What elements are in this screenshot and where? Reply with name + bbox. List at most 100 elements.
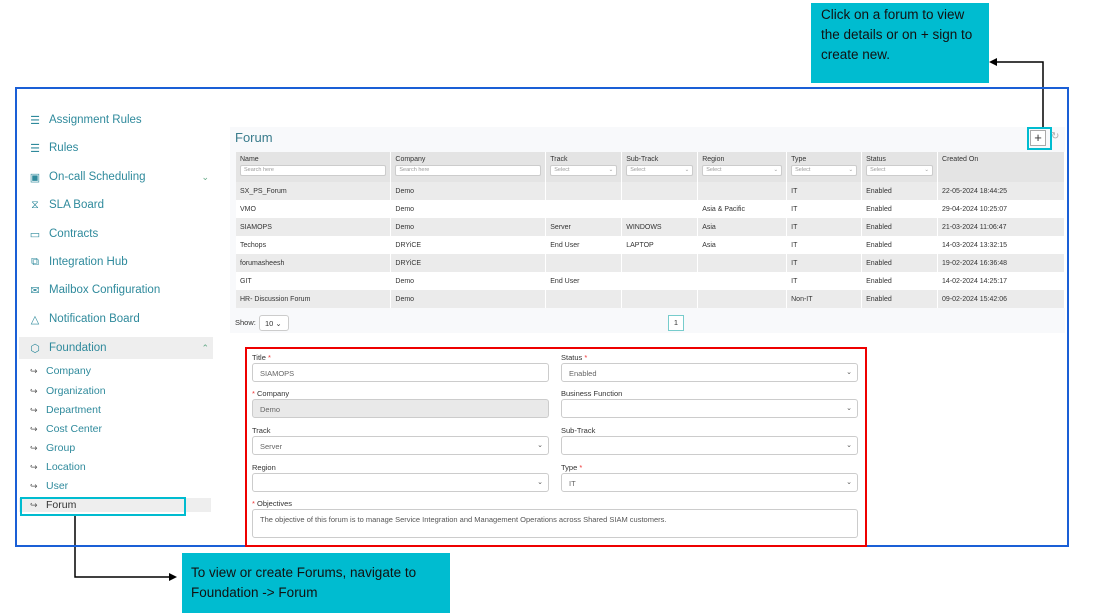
column-label: Track	[550, 156, 568, 163]
sidebar-item-mailbox-configuration[interactable]: ✉ Mailbox Configuration	[19, 279, 213, 301]
table-cell: 22-05-2024 18:44:25	[937, 182, 1065, 200]
sidebar-item-contracts[interactable]: ▭ Contracts	[19, 223, 213, 245]
label-text: Business Function	[561, 389, 623, 398]
type-select[interactable]: IT ⌄	[561, 473, 858, 492]
subitem-arrow-icon: ↪	[30, 480, 38, 491]
table-cell: 29-04-2024 10:25:07	[937, 200, 1065, 218]
table-cell: SIAMOPS	[236, 218, 392, 236]
table-cell: IT	[786, 254, 863, 272]
chevron-down-icon: ⌄	[924, 167, 930, 173]
table-row[interactable]: SX_PS_Forum Demo IT Enabled 22-05-2024 18:44…	[236, 182, 1065, 200]
copy-icon: ⧉	[31, 255, 39, 268]
table-cell: DRYiCE	[390, 254, 547, 272]
sidebar-item-on-call-scheduling[interactable]: ▣ On-call Scheduling ⌄	[19, 166, 213, 188]
column-filter[interactable]: Select ⌄	[702, 165, 783, 176]
subtrack-select[interactable]: ⌄	[561, 436, 858, 455]
sidebar-item-label: Assignment Rules	[49, 114, 142, 126]
track-select[interactable]: Server ⌄	[252, 436, 549, 455]
sidebar-subitem-label: Company	[46, 365, 91, 377]
title-value: SIAMOPS	[260, 369, 295, 378]
sidebar-subitem-cost-center[interactable]: ↪ Cost Center	[30, 421, 102, 437]
refresh-icon[interactable]: ↻	[1051, 131, 1059, 142]
column-label: Region	[702, 156, 725, 163]
region-label: Region	[252, 463, 276, 472]
table-cell: Enabled	[861, 272, 939, 290]
sidebar-subitem-location[interactable]: ↪ Location	[30, 459, 86, 475]
page-button-1[interactable]: 1	[668, 315, 684, 331]
table-row[interactable]: forumasheesh DRYiCE IT Enabled 19-02-2024 16…	[236, 254, 1065, 272]
table-cell: IT	[786, 182, 863, 200]
column-filter[interactable]: Select ⌄	[626, 165, 694, 176]
table-row[interactable]: Techops DRYiCE End User LAPTOP Asia IT Enabled…	[236, 236, 1065, 254]
objectives-textarea[interactable]: The objective of this forum is to manage…	[252, 509, 858, 538]
column-label: Type	[791, 156, 807, 163]
status-value: Enabled	[569, 369, 597, 378]
chevron-down-icon: ⌄	[846, 479, 852, 486]
title-label: Title *	[252, 353, 271, 362]
column-label: Sub-Track	[626, 156, 659, 163]
column-filter[interactable]: Select ⌄	[550, 165, 618, 176]
company-value: Demo	[260, 405, 281, 414]
sidebar-item-assignment-rules[interactable]: ☰ Assignment Rules	[19, 109, 213, 131]
table-cell: DRYiCE	[390, 236, 547, 254]
table-cell	[621, 290, 699, 308]
column-filter[interactable]: Search here	[395, 165, 542, 176]
sidebar-subitem-organization[interactable]: ↪ Organization	[30, 383, 106, 399]
column-filter[interactable]: Select ⌄	[866, 165, 934, 176]
table-cell: Demo	[390, 272, 547, 290]
region-select[interactable]: ⌄	[252, 473, 549, 492]
sidebar-item-foundation[interactable]: ⬡ Foundation ⌃	[19, 337, 213, 359]
chevron-up-icon: ⌃	[201, 342, 209, 353]
column-label: Status	[866, 156, 886, 163]
column-header: Name Search here	[236, 152, 392, 182]
subtrack-label: Sub-Track	[561, 426, 595, 435]
table-cell: Demo	[390, 200, 547, 218]
sidebar-subitem-label: Location	[46, 461, 86, 473]
table-cell: VMO	[236, 200, 392, 218]
table-row[interactable]: GIT Demo End User IT Enabled 14-02-2024 14:25…	[236, 272, 1065, 290]
table-row[interactable]: SIAMOPS Demo Server WINDOWS Asia IT Enabled 21-…	[236, 218, 1065, 236]
column-header: Created On	[937, 152, 1065, 182]
sidebar-item-notification-board[interactable]: △ Notification Board	[19, 308, 213, 330]
sidebar-item-sla-board[interactable]: ⧖ SLA Board	[19, 194, 213, 216]
table-cell: Demo	[390, 182, 547, 200]
sidebar-item-rules[interactable]: ☰ Rules	[19, 137, 213, 159]
table-cell: 14-02-2024 14:25:17	[937, 272, 1065, 290]
table-cell	[697, 254, 788, 272]
status-select[interactable]: Enabled ⌄	[561, 363, 858, 382]
status-label: Status *	[561, 353, 587, 362]
page-title: Forum	[235, 130, 273, 145]
chevron-down-icon: ⌄	[537, 442, 543, 449]
column-filter[interactable]: Select ⌄	[791, 165, 858, 176]
mail-icon: ✉	[30, 284, 40, 297]
page-size-select[interactable]: 10 ⌄	[259, 315, 289, 331]
table-row[interactable]: HR- Discussion Forum Demo Non-IT Enabled 09-…	[236, 290, 1065, 308]
column-filter[interactable]: Search here	[240, 165, 387, 176]
sidebar-subitem-company[interactable]: ↪ Company	[30, 363, 91, 379]
callout-bottom: To view or create Forums, navigate to Fo…	[182, 553, 450, 613]
table-cell	[697, 290, 788, 308]
bf-select[interactable]: ⌄	[561, 399, 858, 418]
title-input[interactable]: SIAMOPS	[252, 363, 549, 382]
sidebar-subitem-user[interactable]: ↪ User	[30, 478, 68, 494]
table-cell: Asia	[697, 236, 788, 254]
sidebar-subitem-group[interactable]: ↪ Group	[30, 440, 75, 456]
table-cell: 19-02-2024 16:36:48	[937, 254, 1065, 272]
laptop-icon: ▭	[29, 228, 41, 241]
forum-highlight	[20, 497, 186, 516]
sidebar-subitem-department[interactable]: ↪ Department	[30, 402, 101, 418]
table-cell: Asia & Pacific	[697, 200, 788, 218]
chevron-down-icon: ⌄	[848, 167, 854, 173]
filter-placeholder: Search here	[399, 167, 430, 173]
sidebar-subitem-label: Organization	[46, 385, 106, 397]
table-cell: Enabled	[861, 218, 939, 236]
table-cell: HR- Discussion Forum	[236, 290, 392, 308]
label-text: Type	[561, 463, 578, 472]
table-cell	[621, 182, 699, 200]
sidebar-item-integration-hub[interactable]: ⧉ Integration Hub	[19, 251, 213, 273]
table-cell	[545, 200, 623, 218]
table-cell: 21-03-2024 11:06:47	[937, 218, 1065, 236]
table-cell	[621, 272, 699, 290]
label-text: Track	[252, 426, 271, 435]
table-row[interactable]: VMO Demo Asia & Pacific IT Enabled 29-04-2024…	[236, 200, 1065, 218]
